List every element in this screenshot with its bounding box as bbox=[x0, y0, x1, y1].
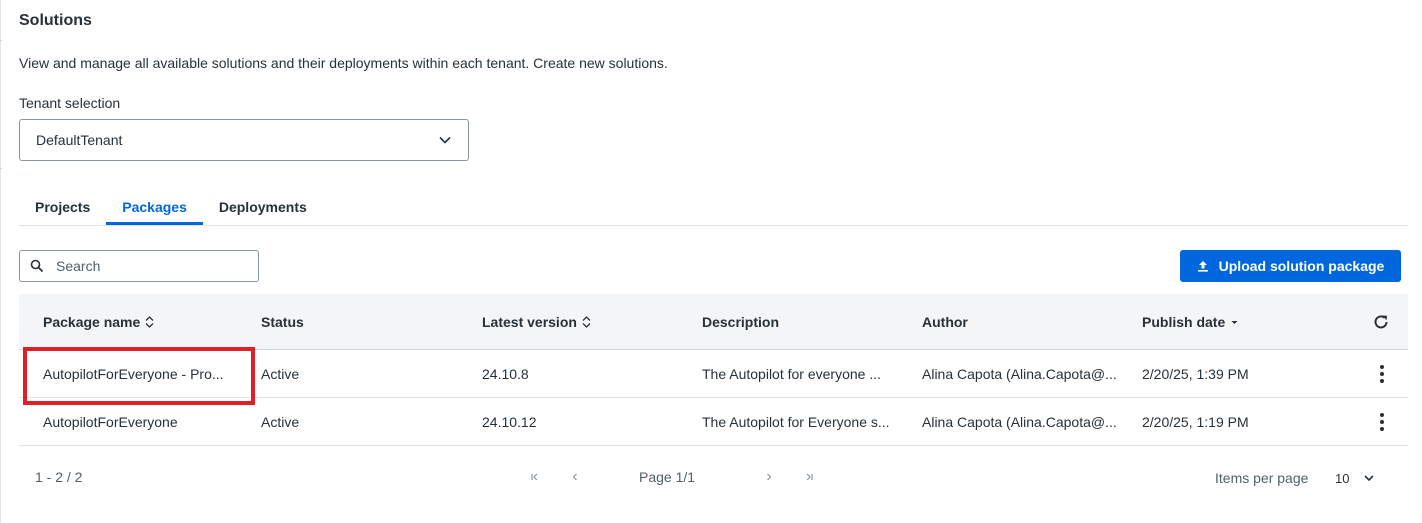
items-per-page-select[interactable]: 10 bbox=[1329, 465, 1395, 491]
last-page-button[interactable] bbox=[801, 469, 817, 485]
column-header-label: Publish date bbox=[1142, 314, 1226, 330]
refresh-icon bbox=[1374, 315, 1388, 329]
pagination-range: 1 - 2 / 2 bbox=[35, 469, 83, 485]
cell-latest-version: 24.10.12 bbox=[482, 414, 537, 430]
column-header-label: Latest version bbox=[482, 314, 577, 330]
row-actions-kebab-icon[interactable] bbox=[1374, 412, 1390, 432]
column-header-label: Package name bbox=[43, 314, 141, 330]
left-edge-tick bbox=[0, 40, 2, 41]
chevron-down-icon bbox=[1364, 475, 1375, 482]
cell-description: The Autopilot for everyone ... bbox=[702, 366, 881, 382]
items-per-page-label: Items per page bbox=[1215, 470, 1309, 486]
table-row[interactable]: AutopilotForEveryone Active 24.10.12 The… bbox=[19, 398, 1408, 446]
chevron-down-icon bbox=[439, 136, 451, 144]
left-panel-edge bbox=[0, 0, 1, 523]
packages-table: Package name Status Latest version Descr… bbox=[19, 294, 1408, 446]
items-per-page-value: 10 bbox=[1335, 470, 1350, 486]
row-actions-kebab-icon[interactable] bbox=[1374, 364, 1390, 384]
column-header-author: Author bbox=[922, 294, 968, 350]
page-indicator: Page 1/1 bbox=[639, 469, 696, 485]
cell-publish-date: 2/20/25, 1:19 PM bbox=[1142, 414, 1249, 430]
cell-package-name[interactable]: AutopilotForEveryone - Pro... bbox=[43, 350, 248, 398]
cell-description: The Autopilot for Everyone s... bbox=[702, 414, 890, 430]
pagination: 1 - 2 / 2 Page 1/1 Items per page 10 bbox=[19, 455, 1408, 499]
column-header-publish-date[interactable]: Publish date bbox=[1142, 294, 1239, 350]
cell-package-name[interactable]: AutopilotForEveryone bbox=[43, 398, 248, 446]
column-header-latest-version[interactable]: Latest version bbox=[482, 294, 591, 350]
cell-publish-date: 2/20/25, 1:39 PM bbox=[1142, 366, 1249, 382]
last-page-icon bbox=[806, 473, 813, 481]
cell-author: Alina Capota (Alina.Capota@... bbox=[922, 366, 1117, 382]
search-icon bbox=[30, 259, 44, 273]
search-input[interactable] bbox=[56, 258, 236, 274]
table-header: Package name Status Latest version Descr… bbox=[19, 294, 1408, 350]
column-header-package-name[interactable]: Package name bbox=[43, 294, 154, 350]
column-header-label: Status bbox=[261, 314, 304, 330]
cell-status: Active bbox=[261, 366, 300, 382]
cell-latest-version: 24.10.8 bbox=[482, 366, 529, 382]
page-title: Solutions bbox=[19, 12, 92, 29]
first-page-icon bbox=[531, 473, 538, 481]
sort-descending-icon bbox=[1231, 321, 1238, 324]
column-header-status: Status bbox=[261, 294, 304, 350]
tab-packages[interactable]: Packages bbox=[106, 188, 203, 225]
chevron-left-icon bbox=[572, 473, 577, 481]
first-page-button[interactable] bbox=[527, 469, 543, 485]
next-page-button[interactable] bbox=[761, 469, 777, 485]
tab-divider bbox=[19, 225, 1408, 226]
tab-projects[interactable]: Projects bbox=[19, 188, 106, 225]
upload-icon bbox=[1197, 261, 1208, 272]
cell-status: Active bbox=[261, 414, 300, 430]
sort-icon bbox=[582, 316, 591, 328]
column-header-description: Description bbox=[702, 294, 779, 350]
tenant-select[interactable]: DefaultTenant bbox=[19, 119, 469, 161]
left-edge-tick bbox=[0, 168, 2, 169]
tab-bar: Projects Packages Deployments bbox=[19, 188, 323, 226]
page-subtitle: View and manage all available solutions … bbox=[19, 55, 668, 71]
tab-deployments[interactable]: Deployments bbox=[203, 188, 323, 225]
chevron-right-icon bbox=[767, 473, 772, 481]
sort-icon bbox=[145, 316, 154, 328]
table-row[interactable]: AutopilotForEveryone - Pro... Active 24.… bbox=[19, 350, 1408, 398]
upload-solution-package-button[interactable]: Upload solution package bbox=[1180, 250, 1401, 282]
previous-page-button[interactable] bbox=[567, 469, 583, 485]
column-header-label: Author bbox=[922, 314, 968, 330]
column-header-label: Description bbox=[702, 314, 780, 330]
refresh-button[interactable] bbox=[1372, 294, 1390, 350]
search-box[interactable] bbox=[19, 250, 259, 282]
upload-button-label: Upload solution package bbox=[1218, 258, 1385, 274]
cell-author: Alina Capota (Alina.Capota@... bbox=[922, 414, 1117, 430]
tenant-select-value: DefaultTenant bbox=[36, 132, 123, 148]
tenant-selection-label: Tenant selection bbox=[19, 95, 121, 111]
